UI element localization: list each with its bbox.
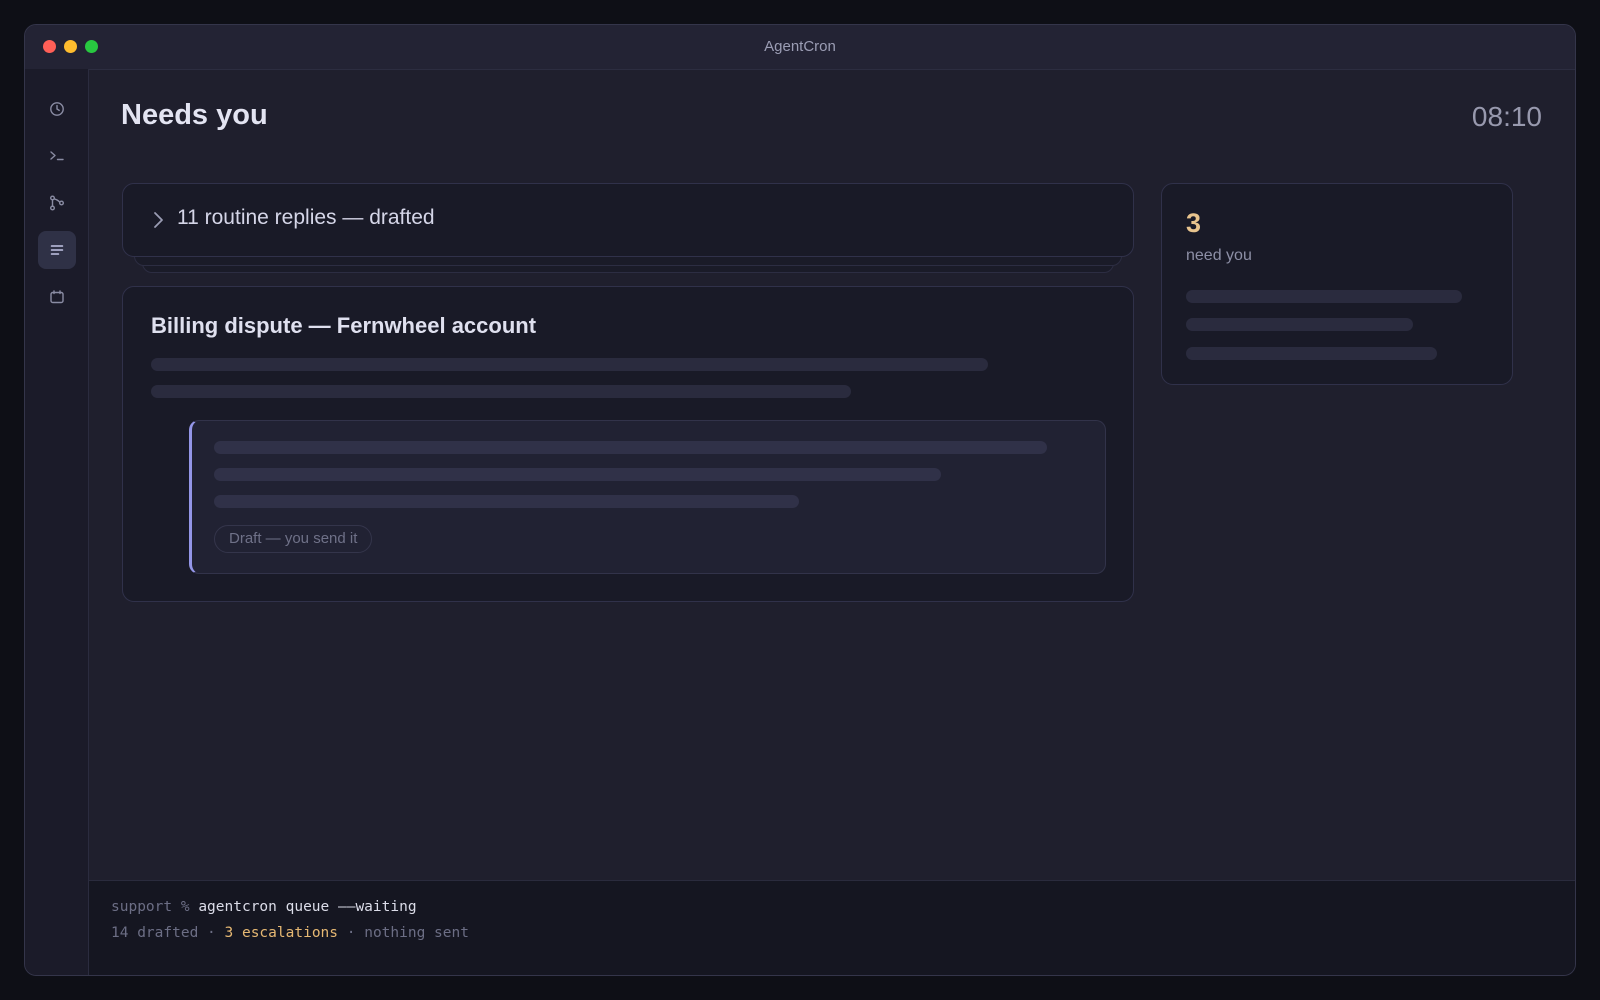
app-window: AgentCron Needs you 08:10 11 routine rep… bbox=[24, 24, 1576, 976]
sidebar-item-queue[interactable] bbox=[38, 231, 76, 269]
needs-you-count: 3 bbox=[1186, 208, 1202, 238]
needs-you-label: need you bbox=[1186, 247, 1252, 264]
skeleton-line bbox=[214, 441, 1047, 454]
title-bar: AgentCron bbox=[25, 25, 1575, 70]
page-title: Needs you bbox=[121, 99, 268, 131]
chevron-right-icon bbox=[154, 212, 163, 228]
list-icon bbox=[50, 245, 64, 255]
sidebar-item-calendar[interactable] bbox=[38, 278, 76, 316]
draft-status-chip: Draft — you send it bbox=[214, 525, 373, 553]
draft-reply[interactable]: Draft — you send it bbox=[189, 420, 1106, 574]
sidebar-item-workflows[interactable] bbox=[38, 184, 76, 222]
skeleton-line bbox=[151, 358, 988, 371]
sidebar-item-terminal[interactable] bbox=[38, 137, 76, 175]
skeleton-line bbox=[1186, 290, 1462, 303]
collapsed-group-label: 11 routine replies — drafted bbox=[177, 206, 435, 229]
sidebar bbox=[25, 69, 89, 975]
calendar-icon bbox=[50, 290, 64, 304]
terminal-panel[interactable]: support % agentcron queue ––waiting 14 d… bbox=[89, 880, 1575, 975]
escalation-card[interactable]: Billing dispute — Fernwheel account Draf… bbox=[122, 286, 1134, 602]
escalation-title: Billing dispute — Fernwheel account bbox=[151, 313, 537, 338]
main-content: Needs you 08:10 11 routine replies — dra… bbox=[89, 69, 1575, 883]
terminal-output-line: 14 drafted · 3 escalations · nothing sen… bbox=[111, 925, 469, 941]
skeleton-line bbox=[1186, 347, 1437, 360]
clock-icon bbox=[50, 102, 64, 116]
terminal-icon bbox=[50, 151, 64, 161]
terminal-command: agentcron queue ––waiting bbox=[198, 899, 417, 915]
branch-icon bbox=[50, 195, 64, 211]
skeleton-line bbox=[214, 495, 799, 508]
terminal-command-line: support % agentcron queue ––waiting bbox=[111, 899, 417, 915]
output-sent: nothing sent bbox=[364, 925, 469, 941]
skeleton-line bbox=[151, 385, 851, 398]
window-title: AgentCron bbox=[764, 38, 836, 55]
skeleton-line bbox=[1186, 318, 1413, 331]
clock-time: 08:10 bbox=[1471, 101, 1542, 132]
output-drafted: 14 drafted bbox=[111, 925, 199, 941]
skeleton-line bbox=[214, 468, 941, 481]
output-separator: · bbox=[338, 925, 365, 941]
output-escalations: 3 escalations bbox=[224, 925, 339, 941]
collapsed-reply-group[interactable]: 11 routine replies — drafted bbox=[122, 183, 1134, 257]
needs-you-summary: 3 need you bbox=[1161, 183, 1513, 385]
sidebar-item-history[interactable] bbox=[38, 90, 76, 128]
terminal-prompt: support % bbox=[111, 899, 199, 915]
output-separator: · bbox=[198, 925, 225, 941]
